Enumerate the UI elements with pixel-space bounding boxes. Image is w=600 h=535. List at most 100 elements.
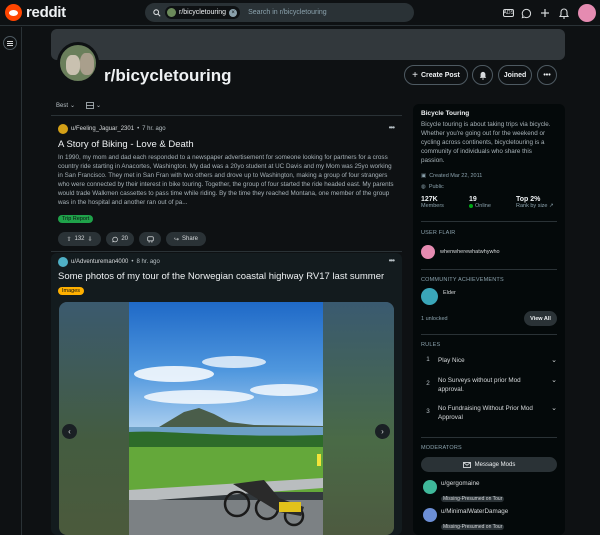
search-input[interactable]: Search in r/bicycletouring — [248, 9, 327, 16]
post-overflow-icon[interactable]: ••• — [389, 123, 395, 132]
chevron-down-icon: ⌄ — [70, 103, 76, 109]
post-actions: ⇧ 132 ⇩ 20 ↪ Share — [58, 232, 206, 246]
advertise-icon[interactable]: ADS — [501, 6, 515, 20]
post-author[interactable]: u/Adventureman4000 — [71, 259, 128, 265]
top-navbar: reddit r/bicycletouring × Search in r/bi… — [0, 0, 600, 26]
user-flair-avatar — [421, 245, 435, 259]
post-card[interactable]: u/Feeling_Jaguar_2301 • 7 hr. ago ••• A … — [51, 120, 402, 250]
share-button[interactable]: ↪ Share — [166, 232, 206, 246]
user-flair[interactable]: whenwherewhatwhywho — [421, 245, 500, 259]
post-overflow-icon[interactable]: ••• — [389, 256, 395, 265]
comments-button[interactable]: 20 — [106, 232, 134, 246]
post-title[interactable]: Some photos of my tour of the Norwegian … — [58, 271, 384, 282]
rule-item[interactable]: 3 No Fundraising Without Prior Mod Approv… — [421, 404, 557, 422]
message-mods-button[interactable]: Message Mods — [421, 457, 557, 472]
globe-icon: ◍ — [421, 184, 426, 190]
created-date: ▣ Created Mar 22, 2011 — [421, 173, 483, 179]
sort-dropdown[interactable]: Best ⌄ — [56, 102, 76, 110]
sidebar-divider — [421, 437, 557, 438]
gallery-prev-button[interactable]: ‹ — [62, 424, 77, 439]
sidebar-divider — [421, 334, 557, 335]
image-gallery[interactable]: ‹ › — [59, 302, 394, 535]
more-options-button[interactable]: ••• — [537, 65, 557, 85]
award-button[interactable] — [139, 232, 161, 246]
post-author[interactable]: u/Feeling_Jaguar_2301 — [71, 126, 134, 132]
rules-heading: RULES — [421, 342, 441, 348]
stat-members: 127K Members — [421, 196, 444, 209]
award-icon — [146, 235, 154, 243]
post-age: 7 hr. ago — [142, 126, 166, 132]
feed-divider — [51, 115, 402, 116]
search-bar[interactable]: r/bicycletouring × Search in r/bicycleto… — [145, 3, 414, 22]
reddit-logo-icon — [5, 4, 22, 21]
gallery-next-button[interactable]: › — [375, 424, 390, 439]
rule-item[interactable]: 2 No Surveys without prior Mod approval. ⌄ — [421, 376, 557, 394]
post-meta: u/Adventureman4000 • 8 hr. ago — [58, 257, 160, 267]
chevron-down-icon: ⌄ — [96, 103, 102, 109]
moderator-item[interactable]: u/gergomaine Missing-Presumed on Tour — [423, 480, 505, 505]
downvote-icon[interactable]: ⇩ — [88, 236, 93, 243]
photo-landscape — [129, 302, 323, 535]
meta-separator: • — [131, 259, 134, 265]
sidebar-divider — [421, 221, 557, 222]
close-icon[interactable]: × — [229, 8, 238, 17]
visibility: ◍ Public — [421, 184, 444, 190]
moderator-avatar — [423, 508, 437, 522]
post-body[interactable]: In 1990, my mom and dad each responded t… — [58, 154, 398, 211]
post-meta: u/Feeling_Jaguar_2301 • 7 hr. ago — [58, 124, 166, 134]
chevron-down-icon: ⌄ — [551, 377, 557, 384]
upvote-icon[interactable]: ⇧ — [66, 236, 71, 243]
view-all-button[interactable]: View All — [524, 311, 557, 326]
vote-count: 132 — [74, 236, 85, 242]
achievement-badge[interactable]: Elder — [421, 288, 456, 305]
moderator-item[interactable]: u/MinimalWaterDamage Missing-Presumed on… — [423, 508, 508, 533]
create-post-button[interactable]: + Create Post — [404, 65, 468, 85]
plus-icon: + — [412, 69, 418, 81]
reddit-logo[interactable]: reddit — [5, 4, 66, 21]
search-chip-label: r/bicycletouring — [179, 9, 227, 16]
moderator-avatar — [423, 480, 437, 494]
chat-icon[interactable] — [519, 6, 533, 20]
moderator-flair: Missing-Presumed on Tour — [441, 524, 505, 530]
joined-button[interactable]: Joined — [498, 65, 532, 85]
notification-icon[interactable] — [557, 6, 571, 20]
online-dot — [469, 204, 473, 208]
left-nav-divider — [21, 27, 22, 535]
author-avatar[interactable] — [58, 257, 68, 267]
sort-label: Best — [56, 102, 69, 109]
moderator-name: u/gergomaine — [441, 480, 480, 487]
post-flair[interactable]: Trip Report — [58, 215, 94, 223]
logo-text: reddit — [26, 4, 66, 21]
user-flair-name: whenwherewhatwhywho — [440, 249, 500, 255]
subreddit-avatar — [57, 42, 99, 84]
create-icon[interactable] — [538, 6, 552, 20]
post-flair[interactable]: Images — [58, 287, 85, 295]
sidebar-toggle-button[interactable] — [3, 36, 17, 50]
unlocked-count: 1 unlocked — [421, 316, 448, 322]
community-sidebar: Bicycle Touring Bicycle touring is about… — [413, 104, 565, 535]
user-avatar[interactable] — [578, 4, 596, 22]
cake-icon: ▣ — [421, 173, 427, 179]
post-divider — [51, 251, 402, 252]
create-post-label: Create Post — [420, 71, 460, 79]
moderator-name: u/MinimalWaterDamage — [441, 508, 509, 515]
sidebar-divider — [421, 269, 557, 270]
gallery-blur-right — [323, 302, 394, 535]
chevron-down-icon: ⌄ — [551, 405, 557, 412]
mail-icon — [462, 461, 471, 468]
more-options-icon: ••• — [543, 71, 551, 79]
comment-count: 20 — [121, 236, 128, 242]
community-description: Bicycle touring is about taking trips vi… — [421, 121, 551, 164]
author-avatar[interactable] — [58, 124, 68, 134]
chevron-left-icon: ‹ — [68, 427, 71, 436]
elder-badge-icon — [421, 288, 438, 305]
subreddit-search-chip[interactable]: r/bicycletouring × — [165, 6, 241, 19]
notification-bell-button[interactable] — [472, 65, 493, 85]
gallery-photo[interactable] — [129, 302, 323, 535]
rule-item[interactable]: 1 Play Nice ⌄ — [421, 356, 557, 365]
moderators-heading: MODERATORS — [421, 445, 462, 451]
user-flair-heading: USER FLAIR — [421, 230, 456, 236]
post-title[interactable]: A Story of Biking - Love & Death — [58, 139, 194, 150]
post-age: 8 hr. ago — [136, 259, 160, 265]
view-dropdown[interactable]: ⌄ — [86, 102, 101, 109]
